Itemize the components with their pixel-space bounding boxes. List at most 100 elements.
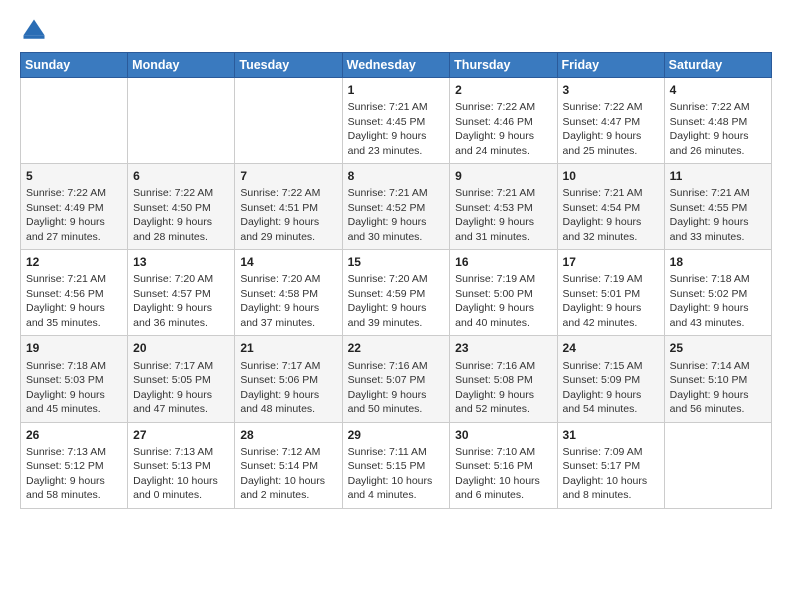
day-number: 13 bbox=[133, 254, 229, 270]
logo-icon bbox=[20, 16, 48, 44]
day-info: Sunrise: 7:19 AM Sunset: 5:00 PM Dayligh… bbox=[455, 272, 551, 330]
day-cell: 10 Sunrise: 7:21 AM Sunset: 4:54 PM Dayli… bbox=[557, 164, 664, 250]
day-number: 9 bbox=[455, 168, 551, 184]
day-number: 5 bbox=[26, 168, 122, 184]
day-header-friday: Friday bbox=[557, 53, 664, 78]
day-cell: 30 Sunrise: 7:10 AM Sunset: 5:16 PM Dayli… bbox=[450, 422, 557, 508]
day-header-tuesday: Tuesday bbox=[235, 53, 342, 78]
day-info: Sunrise: 7:12 AM Sunset: 5:14 PM Dayligh… bbox=[240, 445, 336, 503]
day-cell: 15 Sunrise: 7:20 AM Sunset: 4:59 PM Dayli… bbox=[342, 250, 450, 336]
day-info: Sunrise: 7:11 AM Sunset: 5:15 PM Dayligh… bbox=[348, 445, 445, 503]
day-number: 19 bbox=[26, 340, 122, 356]
day-number: 26 bbox=[26, 427, 122, 443]
day-number: 6 bbox=[133, 168, 229, 184]
day-cell: 6 Sunrise: 7:22 AM Sunset: 4:50 PM Daylig… bbox=[128, 164, 235, 250]
day-info: Sunrise: 7:18 AM Sunset: 5:03 PM Dayligh… bbox=[26, 359, 122, 417]
day-number: 29 bbox=[348, 427, 445, 443]
day-cell bbox=[235, 78, 342, 164]
week-row-2: 5 Sunrise: 7:22 AM Sunset: 4:49 PM Daylig… bbox=[21, 164, 772, 250]
day-number: 21 bbox=[240, 340, 336, 356]
day-info: Sunrise: 7:15 AM Sunset: 5:09 PM Dayligh… bbox=[563, 359, 659, 417]
day-header-wednesday: Wednesday bbox=[342, 53, 450, 78]
day-cell: 1 Sunrise: 7:21 AM Sunset: 4:45 PM Daylig… bbox=[342, 78, 450, 164]
day-cell: 7 Sunrise: 7:22 AM Sunset: 4:51 PM Daylig… bbox=[235, 164, 342, 250]
week-row-1: 1 Sunrise: 7:21 AM Sunset: 4:45 PM Daylig… bbox=[21, 78, 772, 164]
day-cell: 5 Sunrise: 7:22 AM Sunset: 4:49 PM Daylig… bbox=[21, 164, 128, 250]
day-info: Sunrise: 7:14 AM Sunset: 5:10 PM Dayligh… bbox=[670, 359, 766, 417]
day-cell: 20 Sunrise: 7:17 AM Sunset: 5:05 PM Dayli… bbox=[128, 336, 235, 422]
day-cell bbox=[128, 78, 235, 164]
day-info: Sunrise: 7:16 AM Sunset: 5:07 PM Dayligh… bbox=[348, 359, 445, 417]
day-number: 8 bbox=[348, 168, 445, 184]
day-number: 7 bbox=[240, 168, 336, 184]
day-info: Sunrise: 7:16 AM Sunset: 5:08 PM Dayligh… bbox=[455, 359, 551, 417]
day-cell: 31Sunrise: 7:09 AM Sunset: 5:17 PM Dayli… bbox=[557, 422, 664, 508]
day-number: 10 bbox=[563, 168, 659, 184]
day-number: 1 bbox=[348, 82, 445, 98]
day-cell: 4Sunrise: 7:22 AM Sunset: 4:48 PM Daylig… bbox=[664, 78, 771, 164]
day-cell: 13 Sunrise: 7:20 AM Sunset: 4:57 PM Dayli… bbox=[128, 250, 235, 336]
day-cell: 29 Sunrise: 7:11 AM Sunset: 5:15 PM Dayli… bbox=[342, 422, 450, 508]
day-cell: 22 Sunrise: 7:16 AM Sunset: 5:07 PM Dayli… bbox=[342, 336, 450, 422]
day-cell: 28 Sunrise: 7:12 AM Sunset: 5:14 PM Dayli… bbox=[235, 422, 342, 508]
day-info: Sunrise: 7:22 AM Sunset: 4:48 PM Dayligh… bbox=[670, 100, 766, 158]
week-row-5: 26Sunrise: 7:13 AM Sunset: 5:12 PM Dayli… bbox=[21, 422, 772, 508]
day-number: 12 bbox=[26, 254, 122, 270]
day-cell: 21Sunrise: 7:17 AM Sunset: 5:06 PM Dayli… bbox=[235, 336, 342, 422]
day-cell: 11Sunrise: 7:21 AM Sunset: 4:55 PM Dayli… bbox=[664, 164, 771, 250]
day-cell: 26Sunrise: 7:13 AM Sunset: 5:12 PM Dayli… bbox=[21, 422, 128, 508]
day-info: Sunrise: 7:19 AM Sunset: 5:01 PM Dayligh… bbox=[563, 272, 659, 330]
day-info: Sunrise: 7:20 AM Sunset: 4:59 PM Dayligh… bbox=[348, 272, 445, 330]
day-info: Sunrise: 7:21 AM Sunset: 4:54 PM Dayligh… bbox=[563, 186, 659, 244]
day-number: 30 bbox=[455, 427, 551, 443]
day-info: Sunrise: 7:10 AM Sunset: 5:16 PM Dayligh… bbox=[455, 445, 551, 503]
day-info: Sunrise: 7:22 AM Sunset: 4:46 PM Dayligh… bbox=[455, 100, 551, 158]
day-cell: 3 Sunrise: 7:22 AM Sunset: 4:47 PM Daylig… bbox=[557, 78, 664, 164]
day-info: Sunrise: 7:22 AM Sunset: 4:50 PM Dayligh… bbox=[133, 186, 229, 244]
day-info: Sunrise: 7:09 AM Sunset: 5:17 PM Dayligh… bbox=[563, 445, 659, 503]
day-info: Sunrise: 7:21 AM Sunset: 4:55 PM Dayligh… bbox=[670, 186, 766, 244]
day-number: 16 bbox=[455, 254, 551, 270]
day-info: Sunrise: 7:22 AM Sunset: 4:51 PM Dayligh… bbox=[240, 186, 336, 244]
day-cell: 19 Sunrise: 7:18 AM Sunset: 5:03 PM Dayli… bbox=[21, 336, 128, 422]
day-cell: 27 Sunrise: 7:13 AM Sunset: 5:13 PM Dayli… bbox=[128, 422, 235, 508]
day-number: 27 bbox=[133, 427, 229, 443]
day-number: 25 bbox=[670, 340, 766, 356]
day-header-saturday: Saturday bbox=[664, 53, 771, 78]
day-info: Sunrise: 7:21 AM Sunset: 4:56 PM Dayligh… bbox=[26, 272, 122, 330]
page: SundayMondayTuesdayWednesdayThursdayFrid… bbox=[0, 0, 792, 519]
week-row-4: 19 Sunrise: 7:18 AM Sunset: 5:03 PM Dayli… bbox=[21, 336, 772, 422]
day-info: Sunrise: 7:22 AM Sunset: 4:47 PM Dayligh… bbox=[563, 100, 659, 158]
day-cell: 12 Sunrise: 7:21 AM Sunset: 4:56 PM Dayli… bbox=[21, 250, 128, 336]
day-number: 17 bbox=[563, 254, 659, 270]
day-number: 3 bbox=[563, 82, 659, 98]
day-cell: 24 Sunrise: 7:15 AM Sunset: 5:09 PM Dayli… bbox=[557, 336, 664, 422]
day-number: 24 bbox=[563, 340, 659, 356]
day-header-thursday: Thursday bbox=[450, 53, 557, 78]
day-number: 14 bbox=[240, 254, 336, 270]
day-info: Sunrise: 7:21 AM Sunset: 4:52 PM Dayligh… bbox=[348, 186, 445, 244]
day-number: 28 bbox=[240, 427, 336, 443]
day-cell: 2 Sunrise: 7:22 AM Sunset: 4:46 PM Daylig… bbox=[450, 78, 557, 164]
day-cell bbox=[664, 422, 771, 508]
day-header-monday: Monday bbox=[128, 53, 235, 78]
logo bbox=[20, 16, 52, 44]
day-header-sunday: Sunday bbox=[21, 53, 128, 78]
day-cell: 25 Sunrise: 7:14 AM Sunset: 5:10 PM Dayli… bbox=[664, 336, 771, 422]
day-number: 15 bbox=[348, 254, 445, 270]
day-number: 23 bbox=[455, 340, 551, 356]
day-cell: 16 Sunrise: 7:19 AM Sunset: 5:00 PM Dayli… bbox=[450, 250, 557, 336]
day-info: Sunrise: 7:13 AM Sunset: 5:13 PM Dayligh… bbox=[133, 445, 229, 503]
day-number: 2 bbox=[455, 82, 551, 98]
day-info: Sunrise: 7:22 AM Sunset: 4:49 PM Dayligh… bbox=[26, 186, 122, 244]
calendar: SundayMondayTuesdayWednesdayThursdayFrid… bbox=[20, 52, 772, 509]
day-number: 20 bbox=[133, 340, 229, 356]
day-info: Sunrise: 7:21 AM Sunset: 4:45 PM Dayligh… bbox=[348, 100, 445, 158]
day-number: 22 bbox=[348, 340, 445, 356]
day-info: Sunrise: 7:17 AM Sunset: 5:05 PM Dayligh… bbox=[133, 359, 229, 417]
day-info: Sunrise: 7:20 AM Sunset: 4:58 PM Dayligh… bbox=[240, 272, 336, 330]
day-info: Sunrise: 7:20 AM Sunset: 4:57 PM Dayligh… bbox=[133, 272, 229, 330]
day-info: Sunrise: 7:18 AM Sunset: 5:02 PM Dayligh… bbox=[670, 272, 766, 330]
day-number: 18 bbox=[670, 254, 766, 270]
day-cell: 18 Sunrise: 7:18 AM Sunset: 5:02 PM Dayli… bbox=[664, 250, 771, 336]
